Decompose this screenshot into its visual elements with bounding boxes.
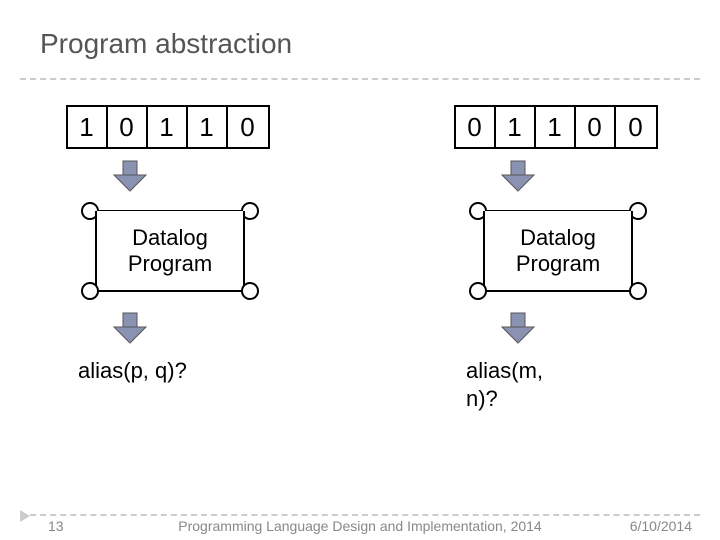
footer-divider [20,514,700,516]
footer-title: Programming Language Design and Implemen… [0,518,720,534]
down-arrow-icon [110,159,150,193]
bit-cell: 1 [188,107,228,147]
bit-cell: 0 [108,107,148,147]
left-column: 1 0 1 1 0 Datalog Program alias(p, q)? [40,105,300,385]
down-arrow-icon [498,311,538,345]
alias-query-left: alias(p, q)? [78,357,188,385]
footer-date: 6/10/2014 [630,518,692,534]
right-bitstring: 0 1 1 0 0 [454,105,658,149]
bit-cell: 1 [496,107,536,147]
down-arrow-icon [110,311,150,345]
bit-cell: 0 [228,107,268,147]
bit-cell: 1 [68,107,108,147]
bit-cell: 1 [148,107,188,147]
bit-cell: 1 [536,107,576,147]
bit-cell: 0 [616,107,656,147]
bit-cell: 0 [576,107,616,147]
down-arrow-icon [498,159,538,193]
scroll-label: Datalog Program [95,211,245,291]
title-divider [20,78,700,80]
left-bitstring: 1 0 1 1 0 [66,105,270,149]
alias-query-right: alias(m, n)? [466,357,576,412]
scroll-label: Datalog Program [483,211,633,291]
bit-cell: 0 [456,107,496,147]
datalog-scroll-left: Datalog Program [85,201,255,301]
datalog-scroll-right: Datalog Program [473,201,643,301]
slide-title: Program abstraction [40,28,292,60]
right-column: 0 1 1 0 0 Datalog Program alias(m, n)? [428,105,688,412]
